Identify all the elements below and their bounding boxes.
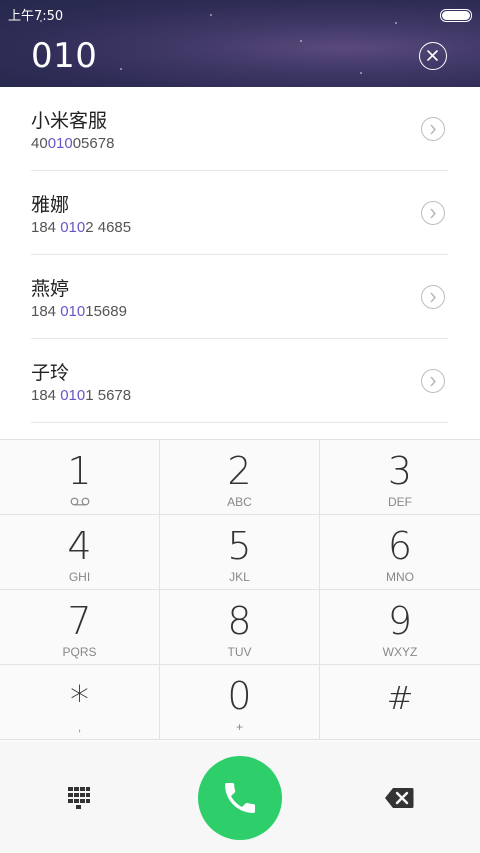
contact-row[interactable]: 雅娜 184 0102 4685 [31, 171, 448, 255]
contact-name: 子玲 [31, 362, 70, 384]
key-letters: WXYZ [382, 645, 418, 659]
key-0[interactable]: 0 + [160, 665, 320, 740]
dialpad: 1 2 ABC 3 DEF 4 GHI 5 JKL 6 MNO 7 PQRS 8… [0, 439, 480, 743]
call-button[interactable] [198, 756, 282, 840]
contact-name: 小米客服 [31, 110, 108, 132]
chevron-right-icon[interactable] [421, 201, 445, 225]
key-letters: PQRS [62, 645, 97, 659]
contact-number: 184 01015689 [31, 303, 127, 320]
key-digit: # [386, 679, 414, 717]
key-digit: * [70, 678, 89, 722]
key-digit: 8 [227, 599, 252, 643]
key-letters: ABC [227, 495, 252, 509]
key-digit: 9 [387, 599, 413, 643]
key-digit: 4 [67, 524, 92, 568]
key-letters: TUV [227, 645, 252, 659]
key-8[interactable]: 8 TUV [160, 590, 320, 665]
contact-row[interactable]: 小米客服 4001005678 [31, 87, 448, 171]
key-1[interactable]: 1 [0, 440, 160, 515]
contact-number: 184 0102 4685 [31, 219, 132, 236]
key-digit: 0 [227, 674, 252, 718]
matched-digits: 010 [60, 219, 86, 236]
contact-row[interactable]: 子玲 184 0101 5678 [31, 339, 448, 423]
dialer-header: 上午7:50 010 [0, 0, 480, 87]
matched-digits: 010 [60, 387, 86, 404]
key-4[interactable]: 4 GHI [0, 515, 160, 590]
key-digit: 3 [387, 449, 413, 493]
background-star [300, 40, 302, 42]
backspace-icon[interactable] [384, 787, 414, 809]
background-star [120, 68, 122, 70]
key-star[interactable]: * , [0, 665, 160, 740]
dialed-number[interactable]: 010 [31, 36, 97, 76]
background-star [360, 72, 362, 74]
matched-contacts-list: 小米客服 4001005678 雅娜 184 0102 4685 燕婷 184 … [0, 87, 480, 439]
key-7[interactable]: 7 PQRS [0, 590, 160, 665]
battery-icon [440, 9, 472, 22]
key-digit: 5 [227, 524, 252, 568]
key-5[interactable]: 5 JKL [160, 515, 320, 590]
contact-name: 燕婷 [31, 278, 70, 300]
key-digit: 2 [227, 449, 252, 493]
dialer-action-bar [0, 742, 480, 853]
key-letters: , [77, 720, 82, 734]
key-letters: + [235, 720, 243, 734]
key-6[interactable]: 6 MNO [320, 515, 480, 590]
chevron-right-icon[interactable] [421, 369, 445, 393]
key-letters: MNO [386, 570, 414, 584]
key-9[interactable]: 9 WXYZ [320, 590, 480, 665]
matched-digits: 010 [60, 303, 86, 320]
status-time: 上午7:50 [8, 9, 64, 24]
key-hash[interactable]: # [320, 665, 480, 740]
background-star [395, 22, 397, 24]
chevron-right-icon[interactable] [421, 285, 445, 309]
chevron-right-icon[interactable] [421, 117, 445, 141]
voicemail-icon [70, 497, 90, 506]
key-digit: 1 [67, 449, 92, 493]
matched-digits: 010 [47, 135, 73, 152]
key-letters: DEF [388, 495, 412, 509]
background-star [210, 14, 212, 16]
dialpad-icon[interactable] [67, 787, 91, 809]
key-letters: GHI [68, 570, 91, 584]
phone-icon [225, 783, 255, 813]
key-digit: 7 [67, 599, 92, 643]
clear-icon[interactable] [419, 42, 447, 70]
contact-number: 184 0101 5678 [31, 387, 132, 404]
key-3[interactable]: 3 DEF [320, 440, 480, 515]
contact-number: 4001005678 [31, 135, 115, 152]
contact-row[interactable]: 燕婷 184 01015689 [31, 255, 448, 339]
key-2[interactable]: 2 ABC [160, 440, 320, 515]
key-digit: 6 [387, 524, 413, 568]
contact-name: 雅娜 [31, 194, 70, 216]
key-letters: JKL [229, 570, 250, 584]
